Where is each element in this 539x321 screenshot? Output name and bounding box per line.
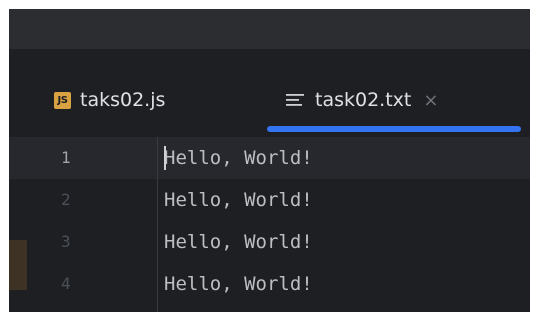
code-line[interactable]: Hello, World! (164, 137, 313, 179)
line-number: 3 (61, 232, 71, 251)
line-number: 1 (61, 148, 71, 167)
editor-line[interactable]: 3 Hello, World! (9, 221, 530, 263)
tab-taks02-js[interactable]: JS taks02.js (54, 65, 165, 135)
code-editor[interactable]: 1 Hello, World! 2 Hello, World! 3 Hello,… (9, 137, 530, 312)
close-icon[interactable]: × (423, 90, 438, 111)
editor-tab-bar: JS taks02.js task02.txt × (9, 65, 530, 135)
tab-label: taks02.js (80, 89, 166, 111)
code-line[interactable]: Hello, World! (164, 179, 313, 221)
editor-line[interactable]: 1 Hello, World! (9, 137, 530, 179)
code-line[interactable]: Hello, World! (164, 263, 313, 305)
active-tab-indicator (267, 126, 521, 132)
text-file-icon (286, 94, 304, 106)
editor-line[interactable]: 4 Hello, World! (9, 263, 530, 305)
line-number: 4 (61, 274, 71, 293)
side-panel-marker (9, 240, 27, 290)
line-number: 2 (61, 190, 71, 209)
ide-window: JS taks02.js task02.txt × 1 Hello, World… (9, 9, 530, 312)
js-file-icon: JS (54, 91, 71, 109)
editor-line[interactable]: 2 Hello, World! (9, 179, 530, 221)
tab-task02-txt[interactable]: task02.txt × (285, 65, 438, 135)
title-bar (9, 9, 530, 49)
tab-label: task02.txt (315, 89, 412, 111)
text-caret (164, 146, 166, 170)
code-line[interactable]: Hello, World! (164, 221, 313, 263)
gutter-divider (157, 137, 158, 312)
